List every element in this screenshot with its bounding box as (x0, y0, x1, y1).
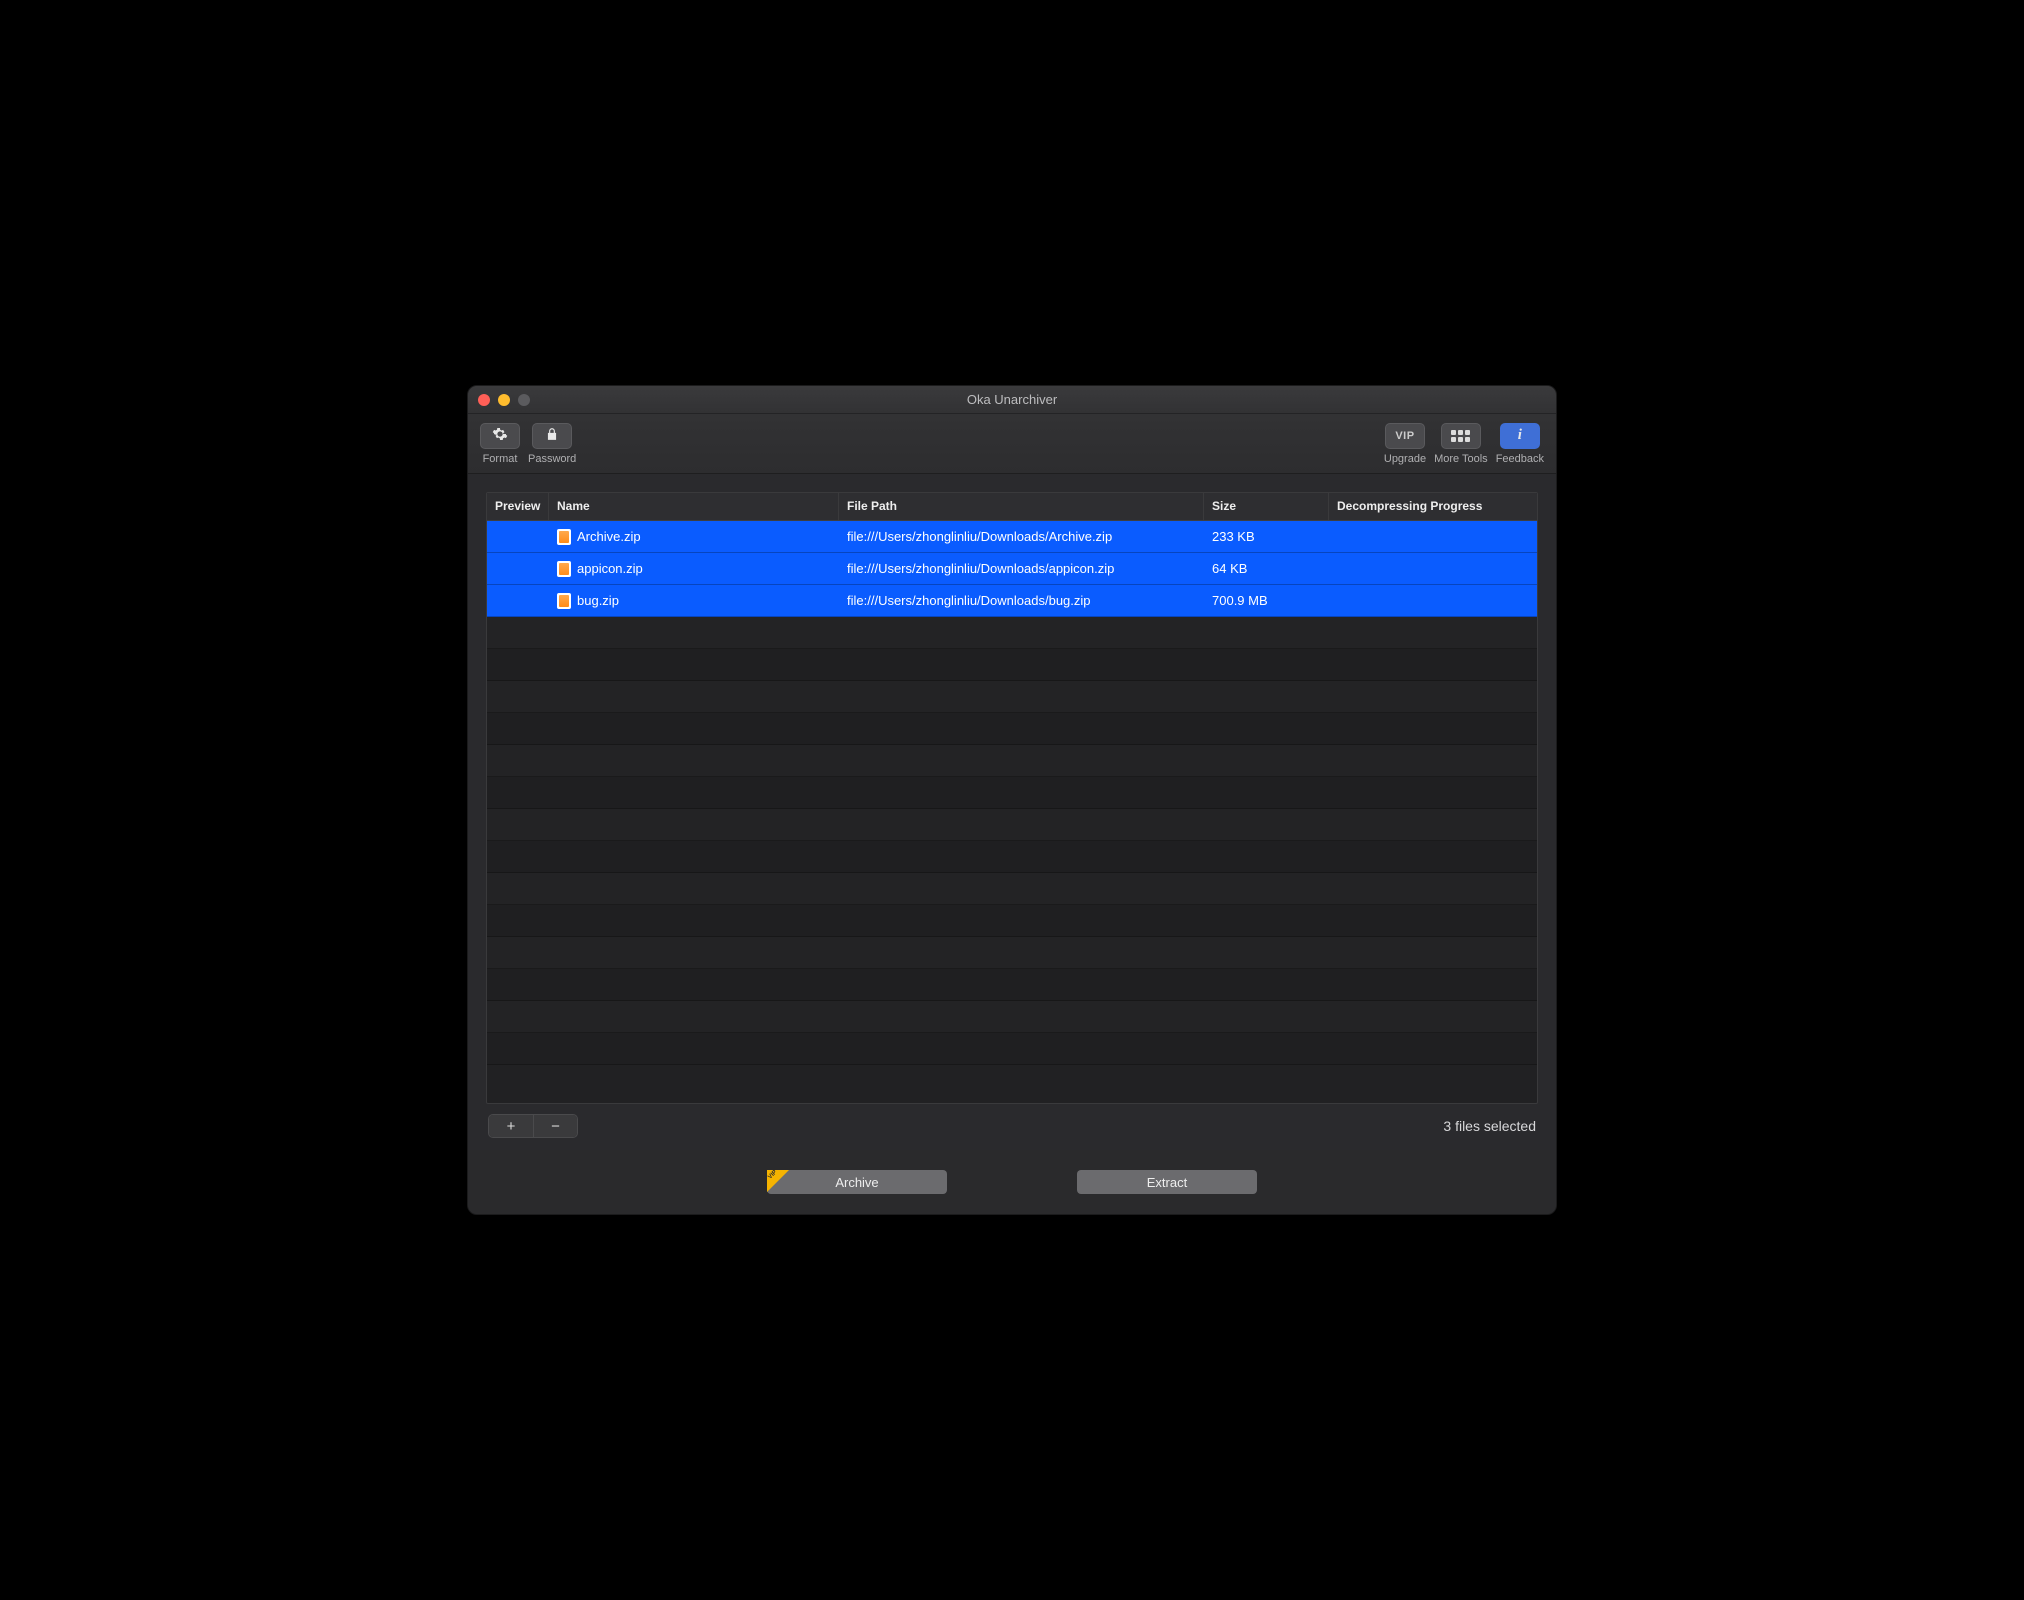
table-row[interactable]: Archive.zip file:///Users/zhonglinliu/Dow… (487, 521, 1537, 553)
cell-name: bug.zip (549, 593, 839, 609)
more-tools-button[interactable] (1441, 423, 1481, 449)
password-button[interactable] (532, 423, 572, 449)
table-footer: + − 3 files selected (486, 1104, 1538, 1140)
empty-row (487, 681, 1537, 713)
empty-row (487, 969, 1537, 1001)
file-table: Preview Name File Path Size Decompressin… (486, 492, 1538, 1104)
plus-icon: + (507, 1119, 516, 1134)
selection-status: 3 files selected (1443, 1118, 1536, 1134)
gear-icon (492, 426, 508, 445)
table-header: Preview Name File Path Size Decompressin… (487, 493, 1537, 521)
table-row[interactable]: bug.zip file:///Users/zhonglinliu/Downloa… (487, 585, 1537, 617)
upgrade-label: Upgrade (1384, 453, 1426, 465)
cell-path: file:///Users/zhonglinliu/Downloads/appi… (839, 561, 1204, 576)
titlebar: Oka Unarchiver (468, 386, 1556, 414)
empty-row (487, 713, 1537, 745)
window-controls (478, 394, 530, 406)
cell-size: 233 KB (1204, 529, 1329, 544)
minimize-window-button[interactable] (498, 394, 510, 406)
password-label: Password (528, 453, 576, 465)
content-area: Preview Name File Path Size Decompressin… (468, 474, 1556, 1150)
zoom-window-button[interactable] (518, 394, 530, 406)
column-name[interactable]: Name (549, 493, 839, 520)
table-body: Archive.zip file:///Users/zhonglinliu/Dow… (487, 521, 1537, 1103)
add-remove-segment: + − (488, 1114, 578, 1138)
window-title: Oka Unarchiver (468, 392, 1556, 407)
info-icon: i (1518, 427, 1522, 444)
action-bar: Archive Extract (468, 1150, 1556, 1214)
empty-row (487, 873, 1537, 905)
table-row[interactable]: appicon.zip file:///Users/zhonglinliu/Dow… (487, 553, 1537, 585)
empty-row (487, 905, 1537, 937)
empty-row (487, 617, 1537, 649)
vip-corner-badge (767, 1170, 789, 1192)
close-window-button[interactable] (478, 394, 490, 406)
feedback-button[interactable]: i (1500, 423, 1540, 449)
grid-icon (1451, 430, 1470, 442)
empty-row (487, 841, 1537, 873)
minus-icon: − (551, 1119, 560, 1134)
empty-row (487, 649, 1537, 681)
file-name: bug.zip (577, 593, 619, 608)
lock-icon (545, 427, 559, 444)
extract-button[interactable]: Extract (1077, 1170, 1257, 1194)
archive-button-label: Archive (835, 1175, 878, 1190)
column-progress[interactable]: Decompressing Progress (1329, 493, 1537, 520)
format-label: Format (483, 453, 518, 465)
file-name: appicon.zip (577, 561, 643, 576)
empty-row (487, 1033, 1537, 1065)
cell-size: 700.9 MB (1204, 593, 1329, 608)
empty-row (487, 809, 1537, 841)
zip-file-icon (557, 593, 571, 609)
zip-file-icon (557, 561, 571, 577)
feedback-label: Feedback (1496, 453, 1544, 465)
file-name: Archive.zip (577, 529, 641, 544)
extract-button-label: Extract (1147, 1175, 1187, 1190)
empty-row (487, 777, 1537, 809)
upgrade-button[interactable]: VIP (1385, 423, 1425, 449)
empty-row (487, 745, 1537, 777)
zip-file-icon (557, 529, 571, 545)
empty-row (487, 937, 1537, 969)
app-window: Oka Unarchiver Format Password (467, 385, 1557, 1215)
column-size[interactable]: Size (1204, 493, 1329, 520)
format-button[interactable] (480, 423, 520, 449)
toolbar: Format Password VIP Upgrade (468, 414, 1556, 474)
empty-row (487, 1001, 1537, 1033)
archive-button[interactable]: Archive (767, 1170, 947, 1194)
cell-path: file:///Users/zhonglinliu/Downloads/bug.… (839, 593, 1204, 608)
column-preview[interactable]: Preview (487, 493, 549, 520)
cell-size: 64 KB (1204, 561, 1329, 576)
add-button[interactable]: + (489, 1115, 533, 1137)
vip-badge-icon: VIP (1395, 430, 1414, 442)
more-tools-label: More Tools (1434, 453, 1488, 465)
column-file-path[interactable]: File Path (839, 493, 1204, 520)
cell-name: Archive.zip (549, 529, 839, 545)
remove-button[interactable]: − (533, 1115, 577, 1137)
cell-path: file:///Users/zhonglinliu/Downloads/Arch… (839, 529, 1204, 544)
cell-name: appicon.zip (549, 561, 839, 577)
